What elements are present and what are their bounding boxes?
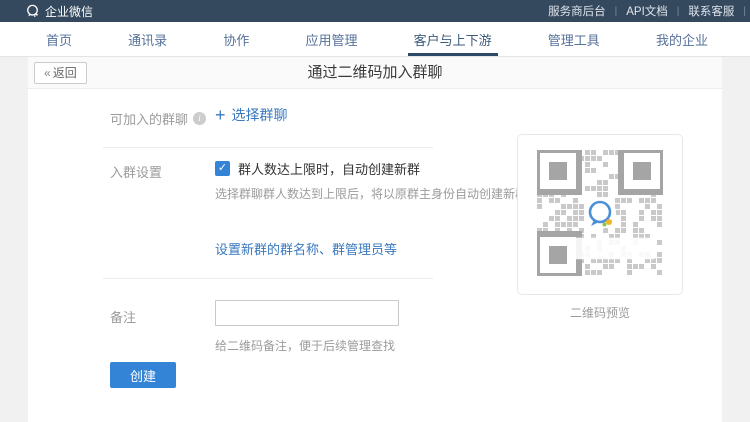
check-icon: ✓: [218, 162, 227, 174]
auto-create-group-checkbox-label: 群人数达上限时，自动创建新群: [238, 159, 420, 178]
new-group-settings-link[interactable]: 设置新群的群名称、群管理员等: [215, 239, 397, 258]
nav-item-contacts[interactable]: 通讯录: [124, 22, 171, 56]
nav-item-management-tools[interactable]: 管理工具: [544, 22, 604, 56]
auto-create-group-checkbox-row: ✓ 群人数达上限时，自动创建新群: [215, 159, 420, 178]
join-settings-label: 入群设置: [110, 162, 162, 181]
select-group-link[interactable]: + 选择群聊: [215, 105, 288, 125]
nav-item-home[interactable]: 首页: [42, 22, 76, 56]
back-button[interactable]: «返回: [34, 62, 87, 84]
topbar-link-contact-support[interactable]: 联系客服: [679, 3, 743, 19]
nav-item-collaboration[interactable]: 协作: [219, 22, 253, 56]
divider: [103, 278, 433, 279]
back-chevron-icon: «: [44, 66, 51, 80]
remark-input[interactable]: [215, 300, 399, 326]
nav-item-app-management[interactable]: 应用管理: [301, 22, 361, 56]
topbar: 企业微信 服务商后台 | API文档 | 联系客服 |: [0, 0, 750, 22]
nav-item-my-company[interactable]: 我的企业: [652, 22, 712, 56]
create-button[interactable]: 创建: [110, 362, 176, 388]
back-button-label: 返回: [53, 66, 77, 80]
content-card: «返回 通过二维码加入群聊 可加入的群聊 i + 选择群聊 入群设置 ✓ 群人数…: [28, 57, 722, 422]
qr-preview-caption: 二维码预览: [517, 304, 683, 321]
remark-hint: 给二维码备注，便于后续管理查找: [215, 337, 395, 354]
topbar-links: 服务商后台 | API文档 | 联系客服 |: [539, 3, 746, 19]
page-title: 通过二维码加入群聊: [28, 57, 722, 89]
main-nav: 首页 通讯录 协作 应用管理 客户与上下游 管理工具 我的企业: [0, 22, 750, 57]
topbar-separator: |: [743, 6, 746, 17]
topbar-link-api-docs[interactable]: API文档: [617, 3, 677, 19]
wechat-work-bubble-icon: [25, 4, 40, 18]
joinable-groups-label-row: 可加入的群聊 i: [110, 109, 206, 128]
card-header: «返回 通过二维码加入群聊: [28, 57, 722, 89]
joinable-groups-label: 可加入的群聊: [110, 109, 188, 128]
qr-code: [537, 150, 663, 279]
auto-create-group-checkbox[interactable]: ✓: [215, 161, 230, 176]
select-group-link-label: 选择群聊: [232, 105, 288, 125]
info-icon[interactable]: i: [193, 112, 206, 125]
auto-create-group-hint: 选择群聊群人数达到上限后，将以原群主身份自动创建新群: [215, 185, 527, 202]
divider: [103, 147, 433, 148]
remark-label: 备注: [110, 307, 136, 326]
topbar-link-provider-console[interactable]: 服务商后台: [539, 3, 615, 19]
app-logo-text: 企业微信: [45, 3, 93, 20]
plus-icon: +: [215, 106, 226, 124]
app-logo[interactable]: 企业微信: [25, 3, 93, 20]
nav-item-customers-upstream-downstream[interactable]: 客户与上下游: [410, 22, 496, 56]
qr-preview-box: [517, 134, 683, 295]
